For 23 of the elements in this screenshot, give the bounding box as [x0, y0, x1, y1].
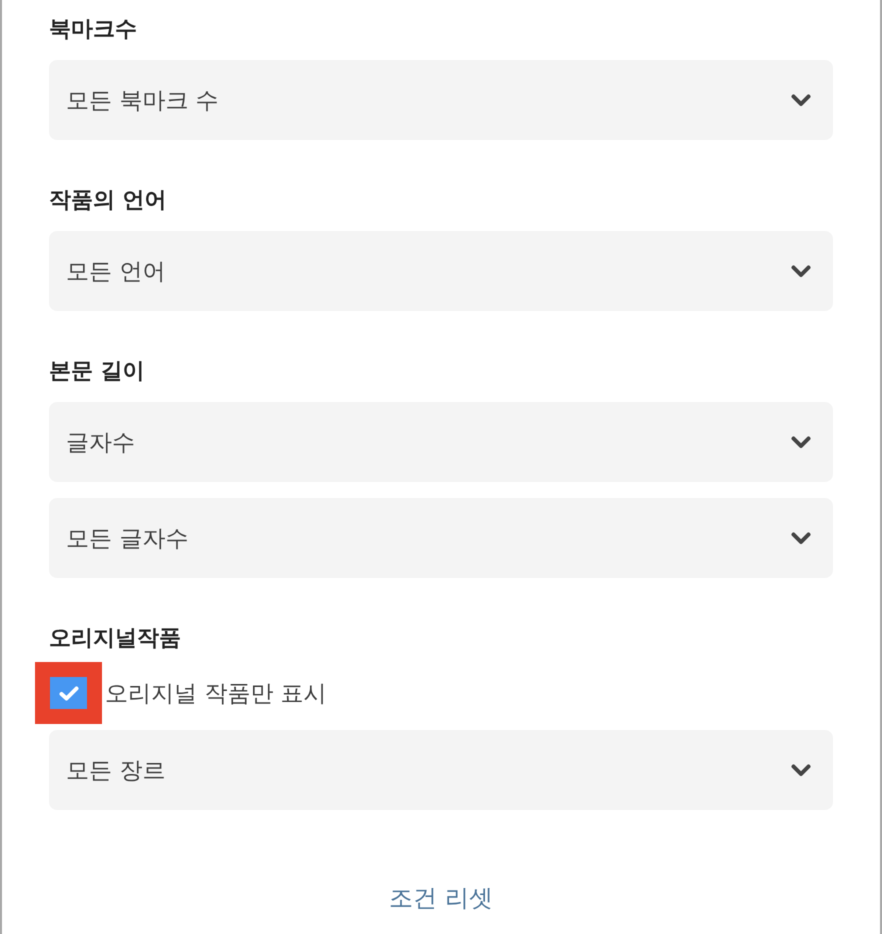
chevron-down-icon [791, 94, 811, 106]
checkmark-icon [58, 686, 78, 700]
chevron-down-icon [791, 532, 811, 544]
dropdown-select[interactable]: 글자수 [49, 402, 833, 482]
checkbox[interactable] [50, 677, 87, 709]
chevron-down-icon [791, 436, 811, 448]
section-label: 본문 길이 [49, 358, 145, 386]
section-label: 북마크수 [49, 16, 137, 44]
chevron-down-icon [791, 264, 811, 278]
dropdown-select[interactable]: 모든 글자수 [49, 498, 833, 578]
dropdown-select[interactable]: 모든 북마크 수 [49, 60, 833, 140]
reset-link[interactable]: 조건 리셋 [389, 882, 493, 914]
section-label: 작품의 언어 [49, 187, 167, 215]
dropdown-value: 모든 장르 [66, 756, 166, 786]
dropdown-select[interactable]: 모든 장르 [49, 730, 833, 810]
dropdown-value: 모든 언어 [66, 258, 166, 286]
dropdown-value: 모든 북마크 수 [66, 86, 219, 116]
dropdown-value: 글자수 [66, 428, 135, 458]
section-label: 오리지널작품 [49, 625, 181, 653]
dropdown-value: 모든 글자수 [66, 524, 188, 554]
chevron-down-icon [791, 764, 811, 776]
dropdown-select[interactable]: 모든 언어 [49, 231, 833, 311]
checkbox-label[interactable]: 오리지널 작품만 표시 [105, 678, 327, 708]
